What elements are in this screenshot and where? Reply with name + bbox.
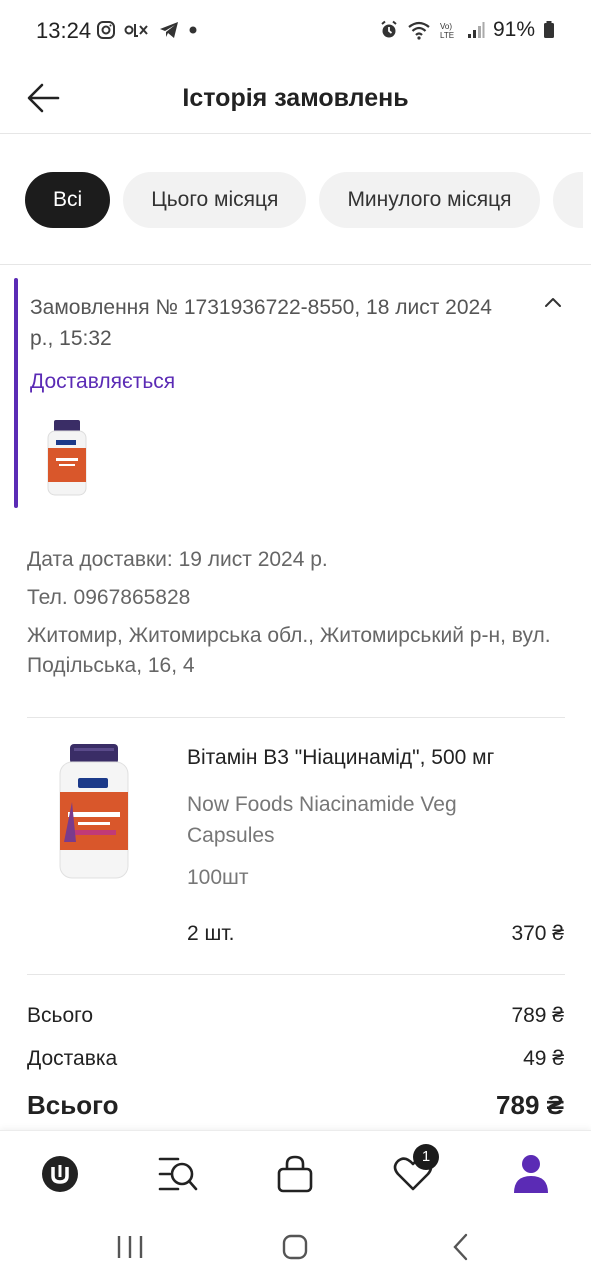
- status-bar: 13:24 Vo) LTE 91%: [0, 0, 591, 62]
- phone: Тел. 0967865828: [27, 586, 191, 609]
- chevron-left-icon: [453, 1233, 468, 1261]
- status-right: Vo) LTE 91%: [379, 18, 555, 42]
- product-pack: 100шт: [187, 866, 249, 889]
- filter-chip-this-month[interactable]: Цього місяця: [123, 172, 307, 228]
- divider: [27, 974, 565, 975]
- divider: [27, 717, 565, 718]
- delivery-label: Доставка: [27, 1047, 118, 1070]
- svg-text:LTE: LTE: [440, 31, 454, 40]
- page-title: Історія замовлень: [182, 84, 409, 112]
- product-name[interactable]: Вітамін B3 "Ніацинамід", 500 мг: [187, 746, 494, 770]
- tab-catalog[interactable]: [154, 1149, 204, 1199]
- filter-chip-last-month[interactable]: Минулого місяця: [319, 172, 540, 228]
- product-qty: 2 шт.: [187, 922, 235, 945]
- volte-icon: Vo)LTE: [440, 22, 454, 40]
- total-value: 789 ₴: [496, 1090, 564, 1120]
- filter-chip-all[interactable]: Всі: [25, 172, 111, 228]
- home-square-icon: [282, 1234, 308, 1260]
- tab-profile[interactable]: [506, 1149, 556, 1199]
- dot-icon: [189, 26, 197, 34]
- svg-text:Vo): Vo): [440, 22, 452, 31]
- profile-icon: [514, 1155, 548, 1193]
- subtotal-value: 789 ₴: [511, 1004, 564, 1027]
- tab-home[interactable]: [35, 1149, 85, 1199]
- product-price: 370 ₴: [511, 922, 564, 945]
- system-back-button[interactable]: [442, 1230, 482, 1264]
- cart-bag-icon: [277, 1155, 313, 1193]
- olx-icon: [124, 24, 148, 37]
- subtotal-label: Всього: [27, 1004, 94, 1027]
- instagram-icon: [97, 21, 115, 39]
- order-status: Доставляється: [30, 370, 176, 393]
- chevron-up-icon: [545, 298, 561, 307]
- filter-chip-more[interactable]: [552, 172, 583, 228]
- alarm-icon: [381, 20, 397, 38]
- order-title: Замовлення № 1731936722-8550, 18 лист 20…: [30, 296, 492, 350]
- home-button[interactable]: [275, 1230, 315, 1264]
- status-time: 13:24: [36, 18, 92, 43]
- system-nav-bar: [0, 1214, 591, 1280]
- bottom-tab-bar: [0, 1130, 591, 1214]
- app-header: Історія замовлень: [0, 62, 591, 134]
- total-label: Всього: [27, 1090, 119, 1120]
- divider: [0, 264, 591, 265]
- catalog-search-icon: [158, 1157, 198, 1191]
- battery-percent: 91%: [492, 18, 535, 41]
- product-subtitle: Now Foods Niacinamide Veg Capsules: [187, 793, 457, 847]
- delivery-value: 49 ₴: [523, 1047, 564, 1070]
- tab-cart[interactable]: [270, 1149, 320, 1199]
- address: Житомир, Житомирська обл., Житомирський …: [27, 624, 551, 677]
- favorites-badge: 1: [413, 1144, 439, 1170]
- telegram-icon: [160, 22, 178, 38]
- recent-apps-button[interactable]: [110, 1230, 150, 1264]
- status-left-icons: [96, 20, 198, 40]
- battery-icon: [544, 21, 554, 38]
- delivery-date: Дата доставки: 19 лист 2024 р.: [27, 548, 328, 571]
- product-image[interactable]: [54, 742, 134, 882]
- signal-icon: [467, 22, 485, 38]
- recent-apps-icon: [117, 1236, 143, 1258]
- wifi-icon: [408, 21, 430, 40]
- order-accent-bar: [14, 278, 18, 508]
- home-logo-icon: [42, 1156, 78, 1192]
- collapse-button[interactable]: [540, 292, 566, 312]
- product-thumbnail[interactable]: [44, 418, 90, 498]
- filter-chips: Всі Цього місяця Минулого місяця: [25, 172, 583, 228]
